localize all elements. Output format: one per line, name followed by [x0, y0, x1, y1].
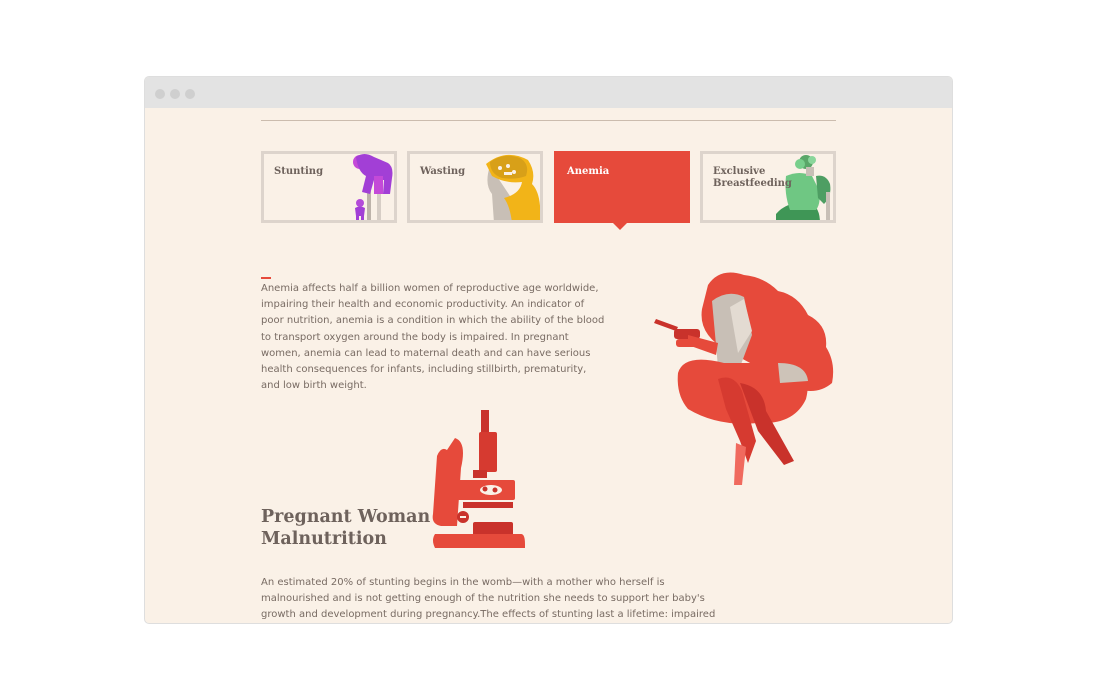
- maximize-window-dot[interactable]: [185, 89, 195, 99]
- seated-woman-illustration: [654, 272, 834, 485]
- minimize-window-dot[interactable]: [170, 89, 180, 99]
- tab-wasting[interactable]: Wasting: [407, 151, 543, 223]
- microscope-illustration: [432, 410, 525, 548]
- tab-anemia[interactable]: Anemia: [554, 151, 690, 223]
- stunting-illustration: [353, 154, 393, 220]
- tab-exclusive-breastfeeding-label: Exclusive Breastfeeding: [713, 166, 792, 189]
- section-body: An estimated 20% of stunting begins in t…: [261, 577, 716, 620]
- anemia-description: Anemia affects half a billion women of r…: [261, 283, 605, 392]
- page-content: Stunting Wasting Anemia Exclusive Breast…: [148, 108, 949, 620]
- browser-window: Stunting Wasting Anemia Exclusive Breast…: [145, 77, 952, 623]
- active-tab-pointer: [613, 223, 627, 230]
- tab-wasting-label: Wasting: [420, 166, 466, 177]
- tab-stunting[interactable]: Stunting: [261, 151, 397, 223]
- close-window-dot[interactable]: [155, 89, 165, 99]
- tab-exclusive-breastfeeding[interactable]: Exclusive Breastfeeding: [700, 151, 836, 223]
- wasting-illustration: [486, 154, 540, 220]
- accent-dash: [261, 277, 271, 279]
- window-titlebar: [145, 77, 952, 108]
- tab-anemia-label: Anemia: [567, 166, 610, 177]
- tab-stunting-label: Stunting: [274, 166, 324, 177]
- section-heading: Pregnant Woman Malnutrition: [261, 507, 431, 549]
- divider: [261, 120, 836, 121]
